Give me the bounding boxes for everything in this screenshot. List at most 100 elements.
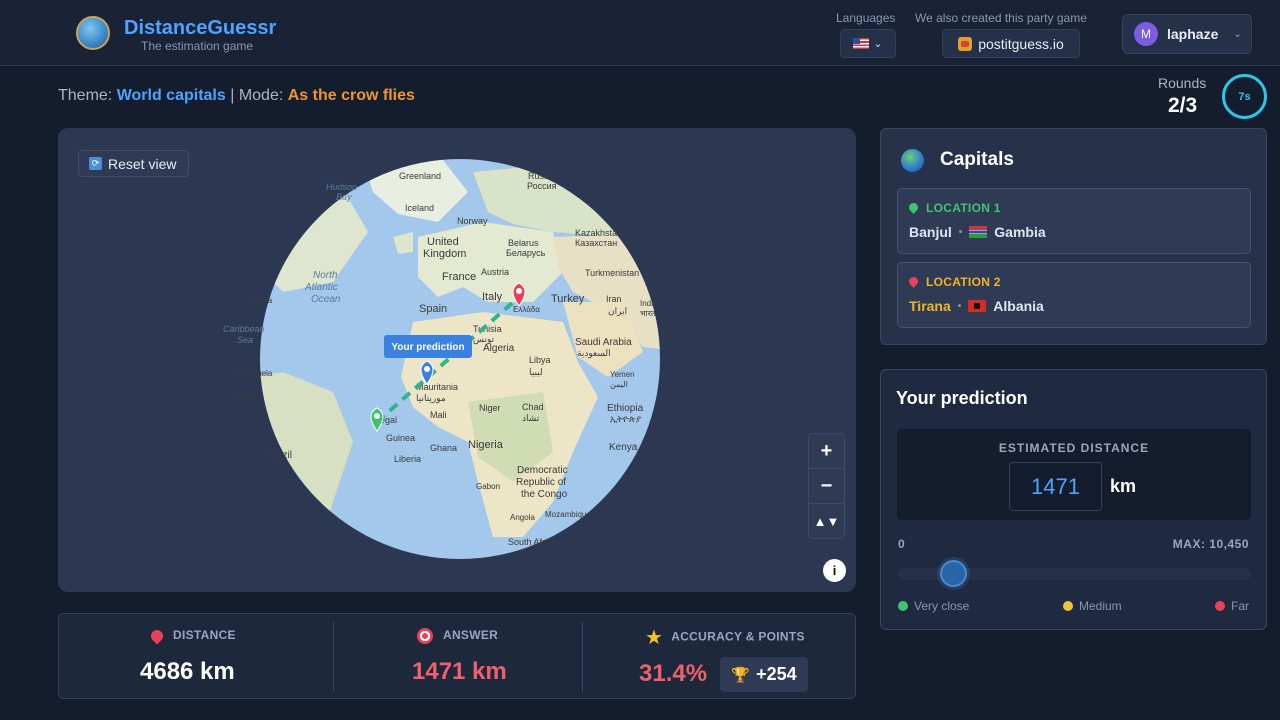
map-label: Ghana: [430, 443, 457, 453]
legend-far-label: Far: [1231, 599, 1249, 613]
map-label: Kingdom: [423, 248, 466, 260]
pin-icon: [148, 627, 166, 645]
map-label: Turkmenistan: [585, 268, 639, 278]
map-label: Venezuela: [235, 369, 273, 378]
zoom-controls: + − ▲▼: [808, 433, 845, 539]
answer-value: 1471 km: [412, 658, 507, 685]
globe-logo-icon[interactable]: [76, 16, 110, 50]
info-button[interactable]: i: [823, 559, 846, 582]
user-menu-button[interactable]: M laphaze ⌄: [1122, 14, 1252, 54]
answer-stat-heading: ANSWER: [417, 628, 498, 644]
reset-view-label: Reset view: [108, 155, 177, 172]
rounds-value: 2/3: [1168, 94, 1198, 117]
mode-label: Mode:: [238, 87, 284, 104]
theme-label: Theme:: [58, 87, 113, 104]
slider-max-label: MAX: 10,450: [1172, 537, 1249, 551]
map-label: Kazakhstan: [575, 228, 622, 238]
location-1-city: Banjul: [909, 224, 952, 240]
legend-very-close-label: Very close: [914, 599, 970, 613]
target-icon: [417, 628, 433, 644]
map-label: Algeria: [483, 343, 515, 354]
distance-stat: DISTANCE 4686 km: [59, 614, 333, 700]
avatar: M: [1134, 22, 1158, 46]
map-label: Hudson: [326, 182, 357, 192]
map-label: ليبيا: [529, 367, 543, 377]
europe-land: [418, 222, 563, 302]
location-1-label: LOCATION 1: [926, 201, 1001, 215]
chevron-down-icon: ⌄: [1233, 28, 1242, 40]
distance-input[interactable]: [1009, 462, 1102, 511]
map-label: Caribbean: [223, 324, 265, 334]
compass-button[interactable]: ▲▼: [809, 504, 844, 538]
rounds-label: Rounds: [1158, 75, 1207, 91]
points-value: +254: [756, 664, 797, 684]
accuracy-label: ACCURACY & POINTS: [671, 629, 805, 644]
legend-far: Far: [1215, 599, 1249, 613]
theme-mode-line: Theme: World capitals | Mode: As the cro…: [58, 87, 415, 105]
map-label: Ocean: [311, 294, 341, 305]
location-2-country: Albania: [993, 298, 1044, 314]
legend-medium-label: Medium: [1079, 599, 1122, 613]
party-game-button[interactable]: postitguess.io: [942, 29, 1080, 58]
legend-medium: Medium: [1063, 599, 1122, 613]
map-label: Atlantic: [304, 282, 338, 293]
map-label: Yemen: [610, 370, 635, 379]
map-label: Niger: [479, 403, 501, 413]
prediction-panel: Your prediction ESTIMATED DISTANCE km 0 …: [880, 369, 1267, 630]
map-label: Liberia: [394, 454, 421, 464]
theme-separator: |: [230, 87, 235, 104]
globe-map[interactable]: Greenland Russia Россия Hudson Bay Icela…: [223, 152, 683, 572]
yellow-dot-icon: [1063, 601, 1073, 611]
zoom-in-button[interactable]: +: [809, 434, 844, 469]
map-label: Chad: [522, 402, 544, 412]
location-2-label: LOCATION 2: [926, 275, 1001, 289]
map-label: ایران: [608, 306, 627, 317]
map-label: Guyana: [231, 393, 260, 402]
estimated-distance-box: ESTIMATED DISTANCE km: [897, 429, 1251, 520]
app-title[interactable]: DistanceGuessr: [124, 17, 276, 40]
bullet-separator: •: [957, 300, 962, 312]
map-panel[interactable]: ⟳ Reset view Greenland Russia Россия Hud…: [58, 128, 856, 592]
prediction-tooltip-label: Your prediction: [391, 342, 464, 353]
map-label: Democratic: [517, 465, 568, 476]
map-label: Libya: [529, 355, 551, 365]
distance-slider-thumb[interactable]: [940, 560, 968, 587]
language-selector[interactable]: ⌄: [840, 29, 896, 58]
capitals-title: Capitals: [940, 149, 1014, 170]
reset-view-button[interactable]: ⟳ Reset view: [78, 150, 190, 177]
slider-min-label: 0: [898, 537, 905, 551]
map-label: Austria: [481, 267, 509, 277]
green-dot-icon: [898, 601, 908, 611]
map-label: Turkey: [551, 293, 585, 305]
party-game-label: We also created this party game: [915, 11, 1087, 25]
countdown-timer: 7s: [1222, 74, 1267, 119]
map-label: Tunisia: [473, 324, 502, 334]
map-label: تشاد: [522, 413, 540, 423]
trophy-icon: 🏆: [731, 666, 751, 684]
map-label: ኢትዮጵያ: [610, 414, 642, 424]
map-label: Nigeria: [468, 439, 504, 451]
map-label: Greenland: [399, 171, 441, 181]
refresh-icon: ⟳: [89, 157, 102, 170]
zoom-out-button[interactable]: −: [809, 469, 844, 504]
location-1-heading: LOCATION 1: [907, 201, 1001, 215]
map-label: Bay: [336, 192, 352, 202]
location-1-body: Banjul • Gambia: [909, 224, 1046, 240]
us-flag-icon: [853, 38, 870, 49]
map-label: Россия: [527, 181, 557, 191]
map-label: Guinea: [386, 433, 415, 443]
map-label: India: [640, 299, 658, 308]
bullet-separator: •: [958, 226, 963, 238]
distance-label: DISTANCE: [173, 628, 236, 642]
location-1-card: LOCATION 1 Banjul • Gambia: [897, 188, 1251, 254]
username: laphaze: [1167, 26, 1219, 42]
location-2-city: Tirana: [909, 298, 951, 314]
map-label: Kenya: [609, 442, 638, 453]
distance-value: 4686 km: [140, 658, 235, 685]
answer-label: ANSWER: [443, 628, 499, 643]
location-2-heading: LOCATION 2: [907, 275, 1001, 289]
top-header: DistanceGuessr The estimation game Langu…: [0, 0, 1280, 66]
star-icon: ★: [645, 627, 664, 649]
map-label: Iceland: [405, 203, 434, 213]
red-dot-icon: [1215, 601, 1225, 611]
